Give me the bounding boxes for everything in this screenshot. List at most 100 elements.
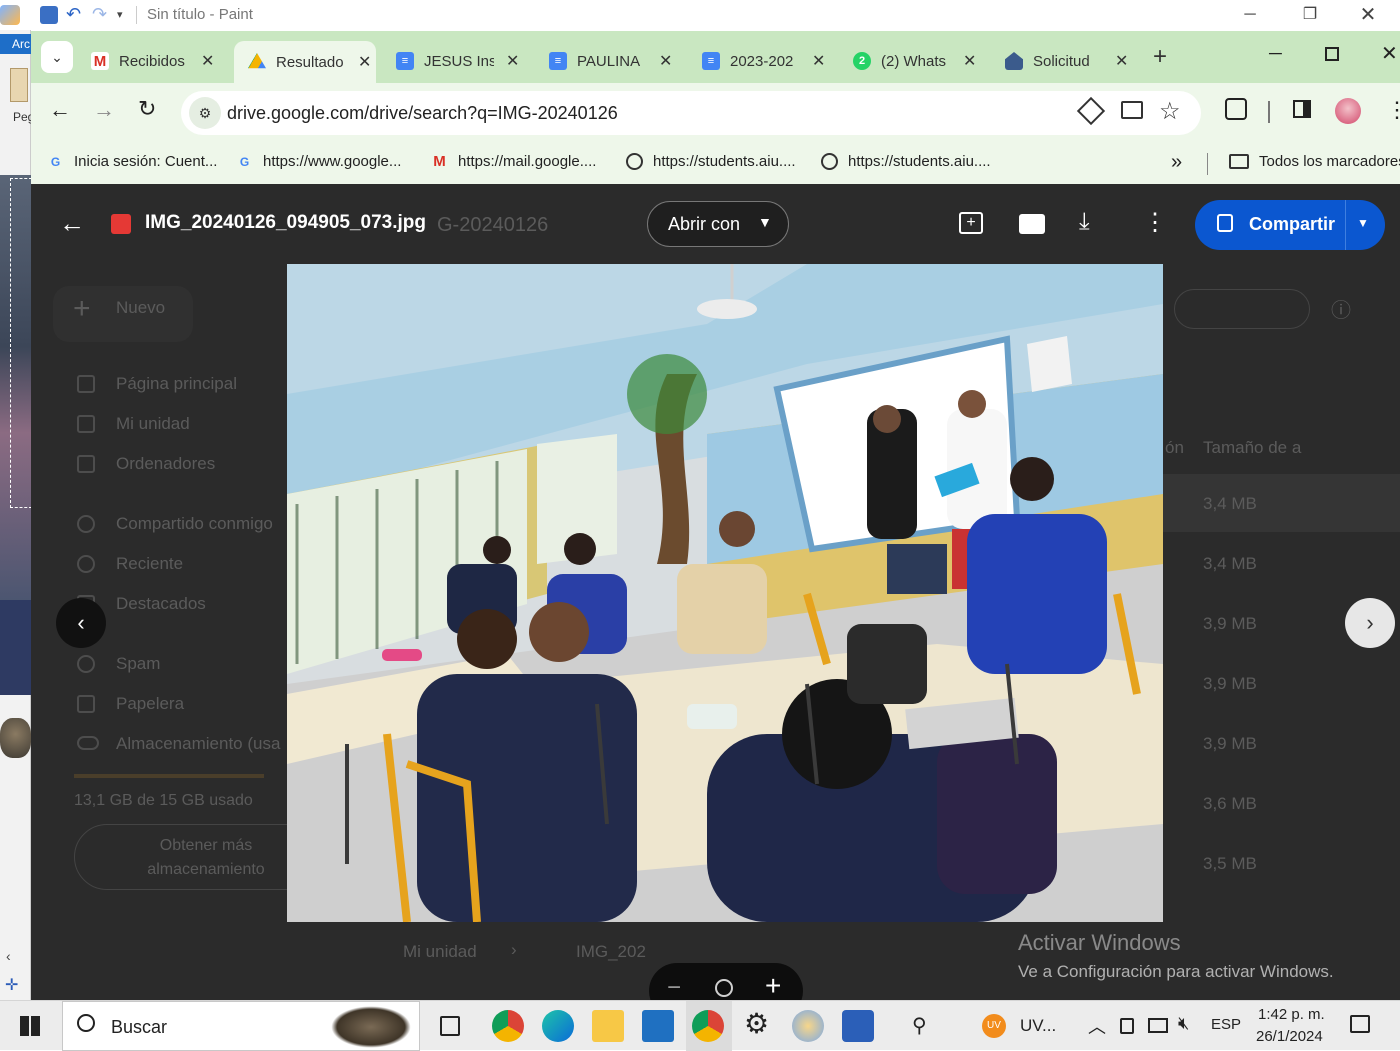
close-tab-icon[interactable]: ✕ xyxy=(1115,51,1128,71)
tab-solicitud[interactable]: Solicitud ✕ xyxy=(991,41,1137,81)
tab-search-button[interactable]: ⌄ xyxy=(41,41,73,73)
zoom-out-button[interactable]: − xyxy=(667,974,681,1000)
network-icon[interactable] xyxy=(1148,1018,1168,1033)
close-tab-icon[interactable]: ✕ xyxy=(812,51,825,71)
chrome-menu-icon[interactable]: ⋮ xyxy=(1386,97,1400,123)
bookmark-label: Inicia sesión: Cuent... xyxy=(74,153,218,170)
print-icon[interactable] xyxy=(1019,214,1045,234)
info-icon: ⓘ xyxy=(1331,300,1351,322)
lens-icon[interactable] xyxy=(1076,96,1106,126)
paint-titlebar: ↶ ↷ ▾ Sin título - Paint ─ ❐ ✕ xyxy=(0,0,1400,30)
reload-icon[interactable]: ↻ xyxy=(138,96,156,122)
word-taskbar-icon[interactable] xyxy=(842,1010,874,1042)
bookmark-item[interactable]: https://students.aiu.... xyxy=(626,153,796,170)
paint-file-tab[interactable]: Arc xyxy=(0,34,31,54)
nav-recent: Reciente xyxy=(116,554,184,573)
back-icon[interactable]: ← xyxy=(49,97,71,123)
extensions-icon[interactable] xyxy=(1225,98,1247,120)
site-info-icon[interactable]: ⚙ xyxy=(189,97,221,129)
show-hidden-icons[interactable]: ︿ xyxy=(1088,1013,1106,1039)
tab-jesus[interactable]: ≡ JESUS Ins ✕ xyxy=(382,41,528,81)
edge-taskbar-icon[interactable] xyxy=(542,1010,574,1042)
close-viewer-icon[interactable]: ← xyxy=(59,208,85,239)
scroll-left-icon[interactable]: ‹ xyxy=(6,948,11,964)
clock-date[interactable]: 26/1/2024 xyxy=(1256,1028,1323,1045)
start-button[interactable] xyxy=(20,1016,40,1036)
close-tab-icon[interactable]: ✕ xyxy=(659,51,672,71)
trash-icon xyxy=(77,695,95,713)
chrome-profile-taskbar-icon[interactable] xyxy=(692,1010,724,1042)
notifications-icon[interactable] xyxy=(1350,1015,1370,1033)
restore-button[interactable]: ❐ xyxy=(1290,3,1330,27)
breadcrumb-file: IMG_202 xyxy=(576,942,646,961)
all-bookmarks-button[interactable]: Todos los marcadores xyxy=(1229,153,1400,170)
customize-qa-icon[interactable]: ▾ xyxy=(117,8,123,21)
side-panel-icon[interactable] xyxy=(1293,100,1311,118)
volume-muted-icon[interactable]: 🔇︎ xyxy=(1178,1013,1189,1034)
forward-icon[interactable]: → xyxy=(93,97,115,123)
mail-taskbar-icon[interactable] xyxy=(642,1010,674,1042)
chrome-taskbar-icon[interactable] xyxy=(492,1010,524,1042)
meet-now-icon[interactable] xyxy=(1120,1018,1134,1034)
bookmark-item[interactable]: Mhttps://mail.google.... xyxy=(431,153,596,170)
next-image-button[interactable]: › xyxy=(1345,598,1395,648)
gmail-icon: M xyxy=(91,52,109,70)
bookmarks-bar: G Inicia sesión: Cuent... Ghttps://www.go… xyxy=(31,143,1400,184)
window-close-button[interactable]: ✕ xyxy=(1381,41,1398,66)
paint-taskbar-icon[interactable] xyxy=(792,1010,824,1042)
file-explorer-taskbar-icon[interactable] xyxy=(592,1010,624,1042)
profile-avatar[interactable] xyxy=(1335,98,1361,124)
tab-resultado[interactable]: Resultado ✕ xyxy=(234,41,376,83)
url-text[interactable]: drive.google.com/drive/search?q=IMG-2024… xyxy=(227,103,618,124)
close-tab-icon[interactable]: ✕ xyxy=(201,51,214,71)
zoom-icon[interactable] xyxy=(715,979,733,997)
install-app-icon[interactable] xyxy=(1121,101,1143,119)
zoom-in-button[interactable]: + xyxy=(765,970,781,1000)
add-comment-icon[interactable]: + xyxy=(959,212,983,234)
bookmark-star-icon[interactable]: ☆ xyxy=(1159,97,1181,126)
bookmarks-divider xyxy=(1207,153,1208,175)
clock-time[interactable]: 1:42 p. m. xyxy=(1258,1006,1325,1023)
open-with-button[interactable]: Abrir con ▼ xyxy=(647,201,789,247)
all-bookmarks-label: Todos los marcadores xyxy=(1259,153,1400,170)
google-icon: G xyxy=(239,154,250,169)
window-minimize-button[interactable]: ─ xyxy=(1269,43,1282,64)
storage-bar xyxy=(74,774,264,778)
close-tab-icon[interactable]: ✕ xyxy=(506,51,519,71)
bookmark-item[interactable]: G Inicia sesión: Cuent... xyxy=(47,153,218,170)
bookmarks-overflow-button[interactable]: » xyxy=(1171,151,1182,174)
minimize-button[interactable]: ─ xyxy=(1230,3,1270,27)
more-actions-icon[interactable]: ⋮ xyxy=(1143,208,1167,237)
close-button[interactable]: ✕ xyxy=(1348,3,1388,27)
close-tab-icon[interactable]: ✕ xyxy=(963,51,976,71)
tab-paulina[interactable]: ≡ PAULINA ✕ xyxy=(535,41,681,81)
taskbar-search[interactable]: Buscar xyxy=(62,1001,420,1051)
save-icon[interactable] xyxy=(40,6,58,24)
share-button[interactable]: Compartir ▼ xyxy=(1195,200,1385,250)
paste-icon[interactable] xyxy=(10,68,28,102)
share-dropdown-icon[interactable]: ▼ xyxy=(1357,216,1369,230)
tab-whatsapp[interactable]: 2 (2) Whats ✕ xyxy=(839,41,985,81)
search-ghost-text: G-20240126 xyxy=(437,214,549,236)
uv-app-icon[interactable]: UV xyxy=(982,1014,1006,1038)
computers-icon xyxy=(77,455,95,473)
previous-image-button[interactable]: ‹ xyxy=(56,598,106,648)
bookmark-item[interactable]: https://students.aiu.... xyxy=(821,153,991,170)
address-bar[interactable]: ⚙ drive.google.com/drive/search?q=IMG-20… xyxy=(181,91,1201,135)
owl-sticker xyxy=(0,718,31,758)
image-viewer-overlay: G-20240126 + Nuevo Página principal Mi u… xyxy=(31,184,1400,1000)
close-tab-icon[interactable]: ✕ xyxy=(358,52,371,72)
task-view-icon[interactable] xyxy=(440,1016,460,1036)
tab-recibidos[interactable]: M Recibidos ✕ xyxy=(77,41,223,81)
redo-icon[interactable]: ↷ xyxy=(92,4,107,25)
get-more-storage-label: Obtener más almacenamiento xyxy=(147,837,265,878)
language-indicator[interactable]: ESP xyxy=(1211,1016,1241,1033)
download-icon[interactable]: ⤓ xyxy=(1079,208,1090,236)
undo-icon[interactable]: ↶ xyxy=(66,4,81,25)
window-maximize-button[interactable] xyxy=(1325,47,1339,61)
new-tab-button[interactable]: + xyxy=(1153,43,1167,71)
settings-taskbar-icon[interactable]: ⚙ xyxy=(744,1007,769,1040)
tab-2023[interactable]: ≡ 2023-202 ✕ xyxy=(688,41,834,81)
people-icon[interactable]: ⚲ xyxy=(912,1013,927,1038)
bookmark-item[interactable]: Ghttps://www.google... xyxy=(236,153,402,170)
